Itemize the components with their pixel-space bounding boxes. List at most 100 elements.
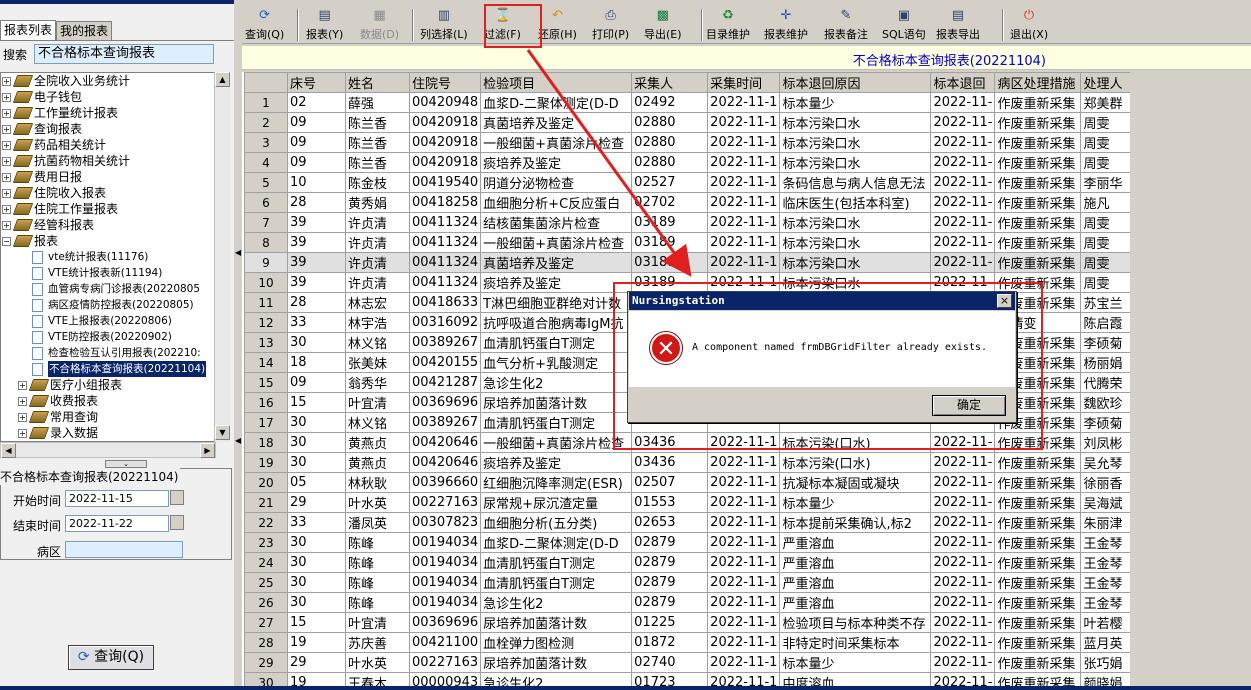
column-header[interactable]: 姓名 <box>345 72 410 93</box>
toolbar-button[interactable]: ▦ 数据(D) <box>360 6 399 44</box>
expand-icon[interactable]: + <box>2 140 11 150</box>
toolbar-button[interactable]: ▤ 报表导出 <box>936 6 980 44</box>
tree-horizontal-scrollbar[interactable]: ◀ ▶ <box>0 442 216 458</box>
scroll-up-icon[interactable]: ▲ <box>215 72 230 87</box>
tree-item[interactable]: 不合格标本查询报表(20221104) <box>32 361 207 377</box>
tree-item[interactable]: + 医疗小组报表 <box>18 377 122 393</box>
start-time-field[interactable]: 2022-11-15 <box>65 490 169 507</box>
table-row[interactable]: 4 09 陈兰香 00420918 痰培养及鉴定 02880 2022-11-1 标本污染口水… <box>244 152 1152 173</box>
expand-icon[interactable]: + <box>2 188 11 198</box>
table-row[interactable]: 25 30 陈峰 00194034 血清肌钙蛋白T测定 02879 2022-11-1 严重溶… <box>244 572 1152 593</box>
table-row[interactable]: 5 10 陈金枝 00419540 阴道分泌物检查 02527 2022-11-1 条码信息与… <box>244 172 1152 193</box>
table-row[interactable]: 6 28 黄秀娟 00418258 血细胞分析+C反应蛋白 02702 2022-11-1 临… <box>244 192 1152 213</box>
table-row[interactable]: 22 33 潘凤英 00307823 血细胞分析(五分类) 02653 2022-11-1 标… <box>244 512 1152 533</box>
collapse-handle-icon[interactable]: ⌄ <box>105 460 147 468</box>
table-row[interactable]: 24 30 陈峰 00194034 血清肌钙蛋白T测定 02879 2022-11-1 严重溶… <box>244 552 1152 573</box>
close-icon[interactable]: × <box>997 294 1012 308</box>
tree-item[interactable]: + 住院收入报表 <box>2 185 106 201</box>
end-time-field[interactable]: 2022-11-22 <box>65 515 169 532</box>
table-row[interactable]: 20 05 林秋耿 00396660 红细胞沉降率测定(ESR) 02507 2022-11… <box>244 472 1152 493</box>
column-header[interactable]: 床号 <box>287 72 346 93</box>
scroll-left-icon[interactable]: ◀ <box>1 443 16 458</box>
search-input[interactable]: 不合格标本查询报表 <box>34 44 214 64</box>
tree-item[interactable]: + 收费报表 <box>18 393 98 409</box>
table-row[interactable]: 3 09 陈兰香 00420918 一般细菌+真菌涂片检查 02880 2022-11-1 标… <box>244 132 1152 153</box>
tree-item[interactable]: + 录入数据 <box>18 425 98 441</box>
splitter-arrow-icon[interactable]: ◀ <box>235 248 241 257</box>
toolbar-button[interactable]: ▥ 列选择(L) <box>420 6 468 44</box>
column-header[interactable]: 检验项目 <box>480 72 633 93</box>
table-row[interactable]: 27 15 叶宜清 00369696 尿培养加菌落计数 01225 2022-11-1 检验项… <box>244 612 1152 633</box>
splitter-arrow-icon[interactable]: ◀ <box>235 436 241 445</box>
tree-item[interactable]: 病区疫情防控报表(20220805) <box>32 297 194 313</box>
tab-my-reports[interactable]: 我的报表 <box>56 21 113 40</box>
column-header[interactable]: 标本退回 <box>930 72 996 93</box>
toolbar-button[interactable]: ⟳ 查询(Q) <box>245 6 284 44</box>
expand-icon[interactable]: + <box>2 172 11 182</box>
splitter[interactable]: ◀ ◀ <box>234 0 242 690</box>
ward-field[interactable] <box>65 541 183 558</box>
expand-icon[interactable]: + <box>2 92 11 102</box>
expand-icon[interactable]: + <box>18 428 27 438</box>
ok-button[interactable]: 确定 <box>932 395 1006 416</box>
expand-icon[interactable]: + <box>2 156 11 166</box>
table-row[interactable]: 2 09 陈兰香 00420918 真菌培养及鉴定 02880 2022-11-1 标本污染口… <box>244 112 1152 133</box>
tree-item[interactable]: + 费用日报 <box>2 169 82 185</box>
start-time-dropdown[interactable] <box>170 490 184 505</box>
scroll-right-icon[interactable]: ▶ <box>200 443 215 458</box>
tree-item[interactable]: + 药品相关统计 <box>2 137 106 153</box>
tree-item[interactable]: VTE上报报表(20220806) <box>32 313 172 329</box>
tree-item[interactable]: + 住院工作量报表 <box>2 201 118 217</box>
expand-icon[interactable]: + <box>2 76 11 86</box>
toolbar-button[interactable]: ✛ 报表维护 <box>764 6 808 44</box>
column-header[interactable]: 采集时间 <box>707 72 781 93</box>
tree-item[interactable]: 血管病专病门诊报表(20220805 <box>32 281 200 297</box>
tree-item[interactable]: vte统计报表(11176) <box>32 249 148 265</box>
toolbar-button[interactable]: ▣ SQL语句 <box>882 6 926 44</box>
table-row[interactable]: 26 30 陈峰 00194034 急诊生化2 02879 2022-11-1 严重溶血 202… <box>244 592 1152 613</box>
tree-item[interactable]: + 查询报表 <box>2 121 82 137</box>
table-row[interactable]: 1 02 薛强 00420948 血浆D-二聚体测定(D-D 02492 2022-11-1… <box>244 92 1152 113</box>
tree-item[interactable]: VTE统计报表新(11194) <box>32 265 162 281</box>
table-row[interactable]: 8 39 许贞清 00411324 一般细菌+真菌涂片检查 03189 2022-11-1 标… <box>244 232 1152 253</box>
table-row[interactable]: 23 30 陈峰 00194034 血浆D-二聚体测定(D-D 02879 2022-11-… <box>244 532 1152 553</box>
tree-item[interactable]: + 全院收入业务统计 <box>2 73 130 89</box>
tree-vertical-scrollbar[interactable]: ▲ ▼ <box>214 72 230 442</box>
tree-item[interactable]: + 经管科报表 <box>2 217 94 233</box>
column-header[interactable]: 采集人 <box>631 72 709 93</box>
toolbar-button[interactable]: ⎙ 打印(P) <box>592 6 629 44</box>
tree-item[interactable]: − 报表 <box>2 233 58 249</box>
tree-item[interactable]: 检查检验互认引用报表(202210: <box>32 345 201 361</box>
collapse-icon[interactable]: − <box>2 236 11 246</box>
end-time-dropdown[interactable] <box>170 515 184 530</box>
toolbar-button[interactable]: ▤ 报表(Y) <box>306 6 343 44</box>
expand-icon[interactable]: + <box>2 124 11 134</box>
toolbar-button[interactable]: ✎ 报表备注 <box>824 6 868 44</box>
table-row[interactable]: 7 39 许贞清 00411324 结核菌集菌涂片检查 03189 2022-11-1 标本污… <box>244 212 1152 233</box>
expand-icon[interactable]: + <box>2 108 11 118</box>
tree-item[interactable]: + 电子钱包 <box>2 89 82 105</box>
toolbar-button[interactable]: ↶ 还原(H) <box>538 6 577 44</box>
query-button[interactable]: ⟳ 查询(Q) <box>68 645 154 670</box>
table-row[interactable]: 29 29 叶水英 00227163 尿培养加菌落计数 02740 2022-11-1 标本量… <box>244 652 1152 673</box>
tree-item[interactable]: + 常用查询 <box>18 409 98 425</box>
expand-icon[interactable]: + <box>18 396 27 406</box>
toolbar-button[interactable]: ♻ 目录维护 <box>706 6 750 44</box>
expand-icon[interactable]: + <box>18 412 27 422</box>
tree-item[interactable]: + 工作量统计报表 <box>2 105 118 121</box>
tab-report-list[interactable]: 报表列表 <box>0 20 57 40</box>
table-row[interactable]: 19 30 黄燕贞 00420646 痰培养及鉴定 03436 2022-11-1 标本污染(… <box>244 452 1152 473</box>
table-row[interactable]: 21 29 叶水英 00227163 尿常规+尿沉渣定量 01553 2022-11-1 标本… <box>244 492 1152 513</box>
column-header[interactable]: 病区处理措施 <box>994 72 1082 93</box>
column-header[interactable]: 住院号 <box>408 72 482 93</box>
expand-icon[interactable]: + <box>2 220 11 230</box>
toolbar-button[interactable]: ▩ 导出(E) <box>644 6 682 44</box>
tree-item[interactable]: + 抗菌药物相关统计 <box>2 153 130 169</box>
expand-icon[interactable]: + <box>2 204 11 214</box>
expand-icon[interactable]: + <box>18 380 27 390</box>
toolbar-button[interactable]: ⏻ 退出(X) <box>1010 6 1048 44</box>
table-row[interactable]: 28 19 苏庆善 00421100 血栓弹力图检测 01872 2022-11-1 非特定时… <box>244 632 1152 653</box>
table-row[interactable]: 9 39 许贞清 00411324 真菌培养及鉴定 03189 2022-11-1 标本污染口… <box>244 252 1152 273</box>
column-header[interactable]: 标本退回原因 <box>779 72 932 93</box>
scroll-down-icon[interactable]: ▼ <box>215 425 230 440</box>
